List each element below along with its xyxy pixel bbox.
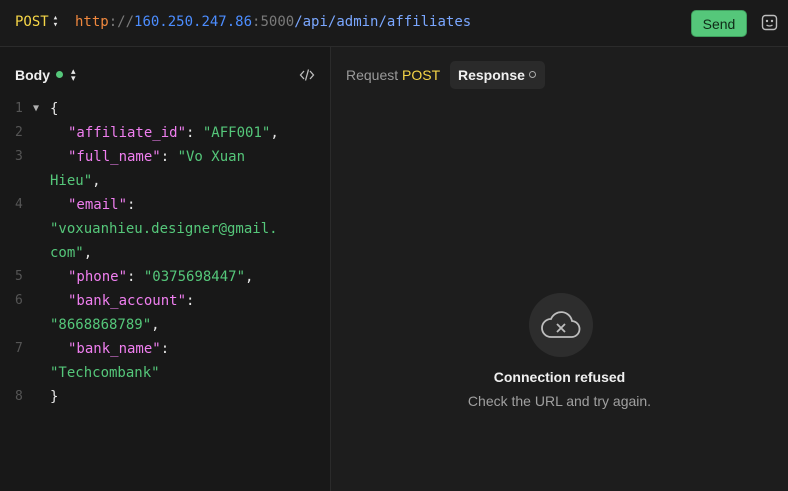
response-status-ring-icon	[529, 71, 536, 78]
json-key: "affiliate_id"	[68, 125, 187, 141]
code-text: com",	[50, 241, 92, 265]
request-bar: POST ▴ ▾ http://160.250.247.86:5000/api/a…	[0, 0, 788, 47]
error-subtitle: Check the URL and try again.	[467, 393, 652, 409]
url-port: :5000	[252, 14, 295, 30]
response-panel: Request POST Response Connection refused…	[331, 47, 788, 491]
send-button[interactable]: Send	[691, 10, 747, 37]
code-view-icon[interactable]	[299, 67, 315, 83]
code-text: Hieu",	[50, 169, 101, 193]
json-key: "email"	[68, 197, 128, 213]
body-panel: Body ▴ ▾ 1 ▼ {2 "affiliate_id": "AFF001", 3 "f…	[0, 47, 331, 491]
json-punctuation: ,	[270, 125, 279, 141]
line-number: 6	[15, 293, 23, 308]
url-path: /api/admin/affiliates	[294, 14, 472, 30]
json-string: com"	[50, 245, 84, 261]
code-text: "affiliate_id": "AFF001",	[68, 121, 279, 145]
line-number: 2	[15, 125, 23, 140]
json-string: "0375698447"	[143, 269, 246, 285]
line-number: 7	[15, 341, 23, 356]
code-text: "Techcombank"	[50, 361, 160, 385]
code-text: "phone": "0375698447",	[68, 265, 253, 289]
error-title: Connection refused	[493, 369, 626, 385]
tab-request[interactable]: Request POST	[346, 67, 440, 83]
json-key: "bank_account"	[68, 293, 187, 309]
json-string: Hieu"	[50, 173, 93, 189]
json-punctuation: :	[160, 341, 170, 357]
json-punctuation: ,	[245, 269, 254, 285]
json-punctuation: :	[186, 293, 195, 309]
json-string: "Techcombank"	[50, 365, 160, 381]
json-string: "8668868789"	[50, 317, 152, 333]
connection-error-badge	[529, 293, 593, 357]
updown-chevron-icon: ▴ ▾	[52, 13, 59, 30]
json-string: "Vo Xuan	[177, 149, 246, 165]
json-string: "voxuanhieu.designer@gmail.	[50, 221, 278, 237]
code-text: "8668868789",	[50, 313, 160, 337]
code-text: "full_name": "Vo Xuan	[68, 145, 245, 169]
json-punctuation: :	[160, 149, 178, 165]
method-selector[interactable]: POST ▴ ▾	[15, 13, 59, 31]
json-punctuation: {	[50, 101, 59, 117]
line-number: 1	[15, 101, 23, 116]
line-number: 5	[15, 269, 23, 284]
json-key: "full_name"	[68, 149, 161, 165]
json-punctuation: :	[127, 197, 136, 213]
json-punctuation: ,	[92, 173, 101, 189]
url-host: 160.250.247.86	[134, 14, 253, 30]
cloud-x-icon	[541, 311, 581, 338]
code-text: "email":	[68, 193, 135, 217]
line-number: 4	[15, 197, 23, 212]
request-options-icon[interactable]	[761, 14, 778, 31]
body-tab-label[interactable]: Body	[15, 67, 50, 83]
code-text: "bank_account":	[68, 289, 194, 313]
url-scheme: http	[75, 14, 109, 30]
line-number: 8	[15, 389, 23, 404]
body-type-chevron-icon[interactable]: ▴ ▾	[71, 67, 76, 83]
json-key: "bank_name"	[68, 341, 161, 357]
line-number: 3	[15, 149, 23, 164]
code-text: "voxuanhieu.designer@gmail.	[50, 217, 278, 241]
code-text: {	[50, 97, 58, 121]
url-input[interactable]: http://160.250.247.86:5000/api/admin/aff…	[75, 14, 471, 30]
url-separator: ://	[108, 14, 135, 30]
tab-request-label: Request	[346, 67, 399, 83]
json-punctuation: :	[127, 269, 144, 285]
fold-toggle-icon[interactable]: ▼	[33, 97, 39, 121]
json-punctuation: ,	[83, 245, 93, 261]
json-key: "phone"	[68, 269, 128, 285]
code-text: "bank_name":	[68, 337, 169, 361]
json-punctuation: }	[50, 389, 59, 405]
method-label: POST	[15, 14, 49, 30]
json-string: "AFF001"	[202, 125, 271, 141]
json-punctuation: :	[186, 125, 203, 141]
tab-response[interactable]: Response	[450, 61, 545, 89]
body-status-dot	[56, 71, 63, 78]
json-punctuation: ,	[151, 317, 160, 333]
tab-response-label: Response	[458, 67, 525, 83]
tab-request-method: POST	[402, 67, 441, 83]
code-text: }	[50, 385, 58, 409]
